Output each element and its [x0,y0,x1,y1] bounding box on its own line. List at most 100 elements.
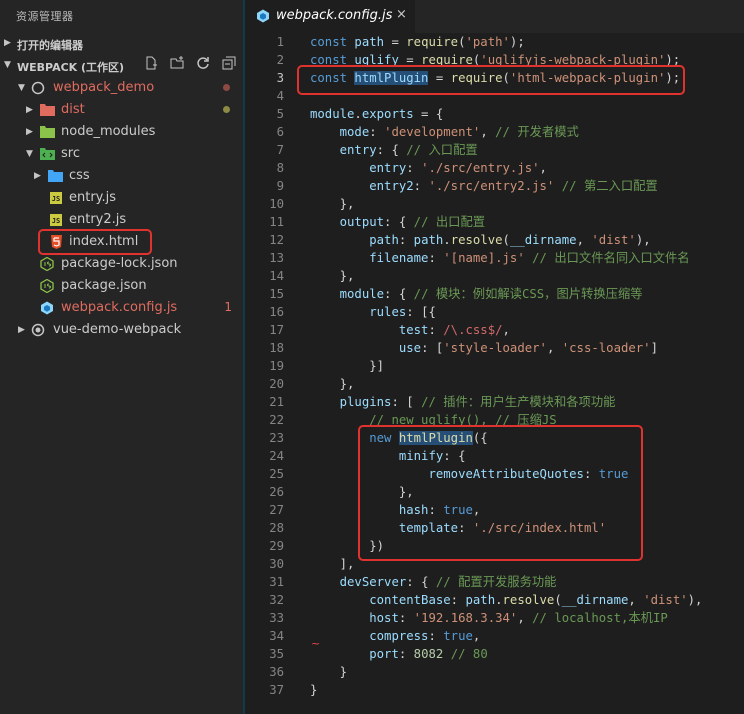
new-file-icon[interactable] [141,56,161,76]
tree-item-label: webpack_demo [53,80,155,95]
code-line[interactable]: 5 module.exports = { [245,105,744,123]
chevron-right-icon: ▶ [26,127,33,137]
code-token: './src/entry2.js' [428,179,555,193]
code-text: ], [310,555,355,573]
code-line[interactable]: 12 path: path.resolve(__dirname, 'dist')… [245,231,744,249]
code-line[interactable]: 16 rules: [{ [245,303,744,321]
tree-item-package-json[interactable]: package.json [0,275,243,297]
line-number: 21 [269,395,284,409]
highlight-box-index-html [38,229,152,255]
new-folder-icon[interactable] [167,56,187,76]
code-text: test: /\.css$/, [310,321,510,339]
code-editor[interactable]: webpack.config.js × 1 const path = requir… [245,0,744,714]
code-token: plugins [339,395,392,409]
line-number: 27 [269,503,284,517]
code-line[interactable]: 36 } [245,663,744,681]
line-number: 9 [276,179,284,193]
code-line[interactable]: 37} [245,681,744,699]
code-token: exports [361,107,414,121]
workspace-label: WEBPACK (工作区) [17,61,125,74]
code-line[interactable]: 8 entry: './src/entry.js', [245,159,744,177]
code-token: : [{ [406,305,436,319]
tree-item-node-modules[interactable]: ▶ node_modules [0,121,243,143]
code-token: 'css-loader' [561,341,651,355]
line-number: 5 [276,107,284,121]
tree-item-webpack-config-js[interactable]: webpack.config.js 1 [0,297,243,319]
code-token: // 出口配置 [413,215,486,229]
open-editors-section[interactable]: ▶ 打开的编辑器 [0,34,243,56]
collapse-all-icon[interactable] [219,56,239,76]
code-text: filename: '[name].js' // 出口文件名同入口文件名 [310,249,689,267]
folder-circle-icon [31,81,45,95]
tab-filename: webpack.config.js [276,8,393,23]
modified-dot [223,106,230,113]
code-line[interactable]: 11 output: { // 出口配置 [245,213,744,231]
code-line[interactable]: 9 entry2: './src/entry2.js' // 第二入口配置 [245,177,744,195]
code-token: : { [384,215,414,229]
code-token: ( [502,233,510,247]
css-folder-icon [48,169,63,183]
line-number: 37 [269,683,284,697]
tree-item-entry-js[interactable]: JS entry.js [0,187,243,209]
code-line[interactable]: 1 const path = require('path'); [245,33,744,51]
code-token: : [428,251,444,265]
line-number: 33 [269,611,284,625]
code-token: __dirname [561,593,629,607]
code-line[interactable]: 31 devServer: { // 配置开发服务功能 [245,573,744,591]
tree-item-src[interactable]: ▼ src [0,143,243,165]
highlight-box-htmlplugin-config [358,425,643,561]
tab-webpack-config-js[interactable]: webpack.config.js × [245,0,415,33]
code-token: port [369,647,399,661]
code-line[interactable]: 14 }, [245,267,744,285]
close-icon[interactable]: × [396,7,407,22]
line-number: 17 [269,323,284,337]
code-token: test [398,323,429,337]
tree-item-label: node_modules [61,124,156,139]
tree-item-webpack-demo[interactable]: ▼ webpack_demo [0,77,243,99]
tree-item-entry2-js[interactable]: JS entry2.js [0,209,243,231]
code-token: . [495,593,503,607]
line-number: 10 [269,197,284,211]
chevron-down-icon: ▼ [4,60,11,70]
code-line[interactable]: 10 }, [245,195,744,213]
code-line[interactable]: 21 plugins: [ // 插件：用户生产模块和各项功能 [245,393,744,411]
code-token: 8082 [413,647,444,661]
code-line[interactable]: 13 filename: '[name].js' // 出口文件名同入口文件名 [245,249,744,267]
code-token: contentBase [369,593,451,607]
code-token: ), [635,233,651,247]
code-line[interactable]: 6 mode: 'development', // 开发者模式 [245,123,744,141]
code-token: '[name].js' [443,251,525,265]
js-file-icon: JS [50,192,62,204]
explorer-sidebar: 资源管理器 ▶ 打开的编辑器 ▼ WEBPACK (工作区) ▼ webpack… [0,0,243,714]
code-token: }] [310,359,385,373]
code-token: 'style-loader' [443,341,547,355]
code-line[interactable]: 18 use: ['style-loader', 'css-loader'] [245,339,744,357]
tree-item-label: vue-demo-webpack [53,322,182,337]
code-text: devServer: { // 配置开发服务功能 [310,573,557,591]
code-token: } [310,665,348,679]
code-line[interactable]: 19 }] [245,357,744,375]
code-text: }, [310,195,355,213]
refresh-icon[interactable] [193,56,213,76]
code-token: const [310,35,355,49]
code-line[interactable]: 32 contentBase: path.resolve(__dirname, … [245,591,744,609]
code-line[interactable]: 15 module: { // 模块：例如解读CSS，图片转换压缩等 [245,285,744,303]
tree-item-package-lock-json[interactable]: package-lock.json [0,253,243,275]
folder-icon [40,103,55,117]
code-token: : [ [391,395,422,409]
tree-item-css[interactable]: ▶ css [0,165,243,187]
code-token: // 配置开发服务功能 [435,575,557,589]
code-line[interactable]: 17 test: /\.css$/, [245,321,744,339]
js-file-icon: JS [50,214,62,226]
code-line[interactable]: 33 host: '192.168.3.34', // localhost,本机… [245,609,744,627]
tree-item-vue-demo-webpack[interactable]: ▶ vue-demo-webpack [0,319,243,341]
code-line[interactable]: 7 entry: { // 入口配置 [245,141,744,159]
code-token: resolve [502,593,555,607]
code-line[interactable]: 20 }, [245,375,744,393]
chevron-right-icon: ▶ [18,325,25,335]
tree-item-dist[interactable]: ▶ dist [0,99,243,121]
workspace-section[interactable]: ▼ WEBPACK (工作区) [0,56,243,78]
